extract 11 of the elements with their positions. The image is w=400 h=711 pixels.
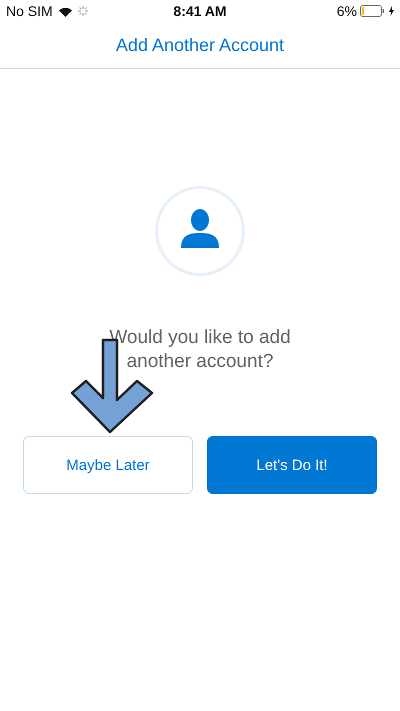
clock-time: 8:41 AM <box>173 3 227 19</box>
avatar-icon <box>155 186 245 276</box>
later-button[interactable]: Maybe Later <box>23 436 193 494</box>
confirm-button[interactable]: Let's Do It! <box>207 436 377 494</box>
battery-icon <box>360 5 386 17</box>
wifi-icon <box>58 6 73 16</box>
charging-icon <box>388 6 394 16</box>
battery-percent: 6% <box>336 3 357 19</box>
screen-title: Add Another Account <box>116 34 284 56</box>
spinner-icon <box>78 6 88 16</box>
carrier-label: No SIM <box>6 3 53 19</box>
